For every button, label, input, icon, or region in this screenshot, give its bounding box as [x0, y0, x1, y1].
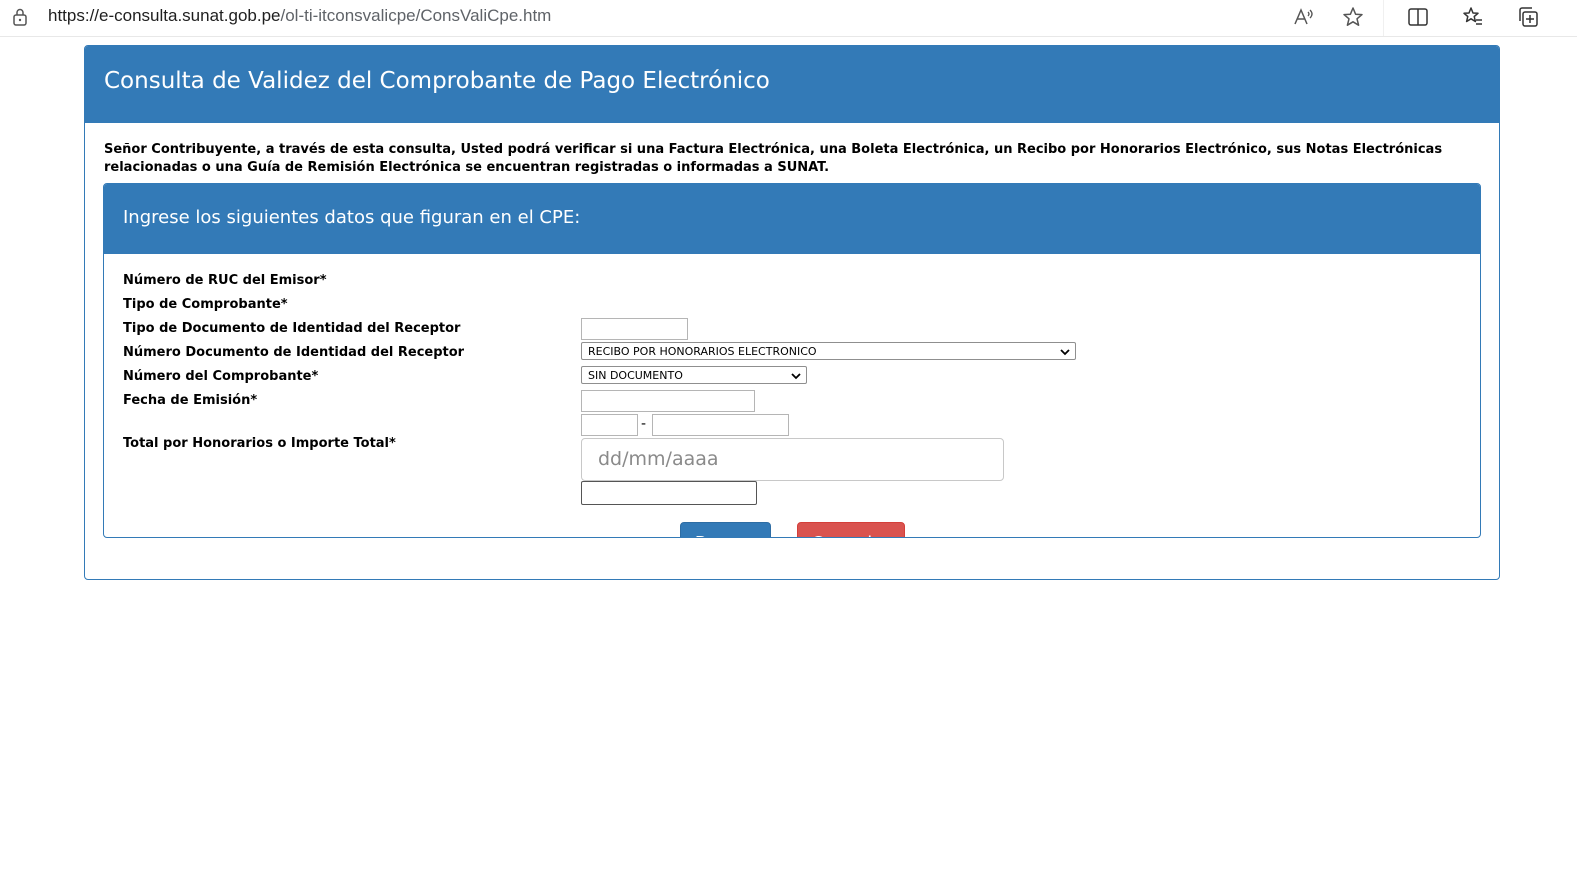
numero-input[interactable]	[652, 414, 789, 436]
split-screen-icon[interactable]	[1406, 5, 1430, 29]
url-path: /ol-ti-itconsvalicpe/ConsValiCpe.htm	[280, 6, 552, 25]
tipo-comprobante-label: Tipo de Comprobante*	[123, 297, 288, 312]
total-label: Total por Honorarios o Importe Total*	[123, 436, 396, 451]
tipo-documento-select[interactable]: SIN DOCUMENTO	[581, 366, 807, 384]
url-field[interactable]: https://e-consulta.sunat.gob.pe/ol-ti-it…	[48, 6, 551, 26]
cancelar-button[interactable]: Cancelar	[797, 522, 905, 537]
numero-comprobante-label: Número del Comprobante*	[123, 369, 319, 384]
buscar-button[interactable]: Buscar	[680, 522, 771, 537]
intro-text: Señor Contribuyente, a través de esta co…	[104, 142, 1443, 175]
fecha-emision-placeholder: dd/mm/aaaa	[598, 448, 719, 470]
tipo-documento-label: Tipo de Documento de Identidad del Recep…	[123, 321, 461, 336]
read-aloud-icon[interactable]	[1291, 5, 1315, 29]
serie-input[interactable]	[581, 414, 638, 436]
chevron-down-icon	[791, 373, 801, 380]
favorite-star-icon[interactable]	[1341, 5, 1365, 29]
numero-documento-label: Número Documento de Identidad del Recept…	[123, 345, 465, 360]
chevron-down-icon	[1060, 349, 1070, 356]
page-title: Consulta de Validez del Comprobante de P…	[85, 46, 1499, 123]
favorites-list-icon[interactable]	[1461, 5, 1485, 29]
browser-address-bar: https://e-consulta.sunat.gob.pe/ol-ti-it…	[0, 0, 1577, 37]
fecha-emision-input[interactable]: dd/mm/aaaa	[581, 438, 1004, 481]
collections-icon[interactable]	[1516, 5, 1540, 29]
form-panel: Ingrese los siguientes datos que figuran…	[103, 183, 1481, 538]
toolbar-separator	[1383, 0, 1384, 36]
form-heading: Ingrese los siguientes datos que figuran…	[104, 184, 1480, 254]
url-host: https://e-consulta.sunat.gob.pe	[48, 6, 281, 25]
fecha-emision-label: Fecha de Emisión*	[123, 393, 258, 408]
lock-icon[interactable]	[11, 7, 29, 27]
ruc-input[interactable]	[581, 318, 688, 340]
ruc-label: Número de RUC del Emisor*	[123, 273, 327, 288]
serie-separator: -	[641, 416, 647, 432]
tipo-comprobante-select[interactable]: RECIBO POR HONORARIOS ELECTRONICO	[581, 342, 1076, 360]
consulta-card: Consulta de Validez del Comprobante de P…	[84, 45, 1500, 580]
tipo-comprobante-value: RECIBO POR HONORARIOS ELECTRONICO	[588, 345, 817, 358]
total-input[interactable]	[581, 481, 757, 505]
numero-documento-input[interactable]	[581, 390, 755, 412]
tipo-documento-value: SIN DOCUMENTO	[588, 369, 683, 382]
